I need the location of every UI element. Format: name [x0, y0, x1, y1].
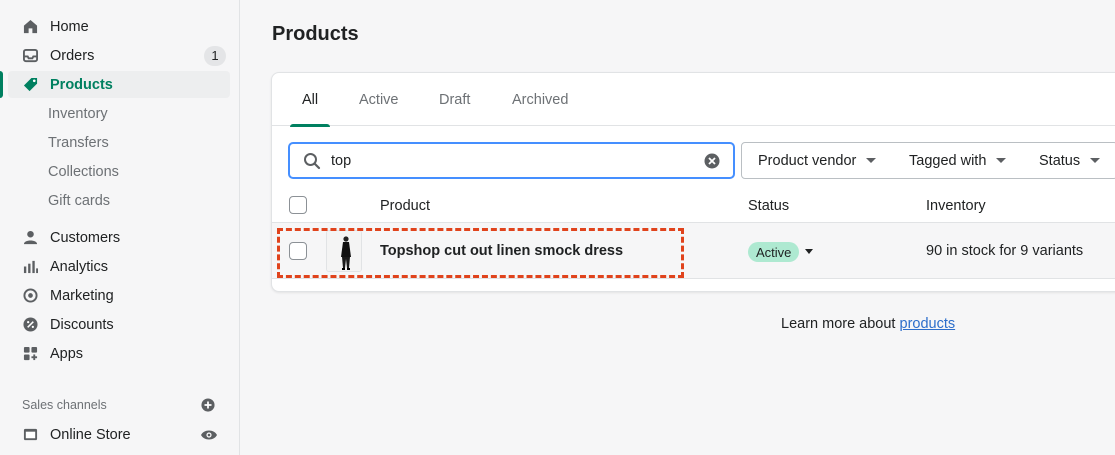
- products-help-link[interactable]: products: [900, 316, 956, 332]
- add-sales-channel-button[interactable]: [201, 398, 217, 414]
- sidebar-item-label: Home: [50, 18, 89, 35]
- search-input[interactable]: [331, 152, 691, 169]
- apps-icon: [22, 346, 38, 362]
- sidebar-item-label: Customers: [50, 229, 121, 246]
- tab-draft[interactable]: Draft: [439, 73, 470, 126]
- products-card: All Active Draft Archived Product vendor…: [271, 72, 1115, 292]
- caret-down-icon: [866, 158, 877, 163]
- caret-down-icon: [1090, 158, 1101, 163]
- filter-label: Product vendor: [758, 152, 857, 169]
- tag-icon: [22, 77, 38, 93]
- inventory-text: 90 in stock for 9 variants: [926, 243, 1084, 259]
- sidebar-subitem-gift-cards[interactable]: Gift cards: [48, 190, 110, 212]
- status-badge: Active: [748, 242, 800, 262]
- sidebar-item-marketing[interactable]: Marketing: [8, 282, 230, 309]
- sidebar-item-label: Analytics: [50, 258, 109, 275]
- product-vendor-filter[interactable]: Product vendor: [741, 142, 894, 179]
- sidebar-item-apps[interactable]: Apps: [8, 340, 230, 367]
- product-image: [327, 231, 361, 271]
- product-thumbnail[interactable]: [326, 230, 362, 272]
- tab-active[interactable]: Active: [359, 73, 399, 126]
- sales-channels-heading: Sales channels: [22, 398, 107, 412]
- sidebar-item-label: Orders: [50, 47, 95, 64]
- tab-archived[interactable]: Archived: [512, 73, 568, 126]
- sidebar-item-home[interactable]: Home: [8, 13, 230, 40]
- orders-count-badge: 1: [204, 45, 226, 66]
- sidebar-item-online-store[interactable]: Online Store: [8, 421, 230, 448]
- column-header-product: Product: [380, 198, 430, 214]
- product-name-link[interactable]: Topshop cut out linen smock dress: [380, 243, 623, 259]
- orders-icon: [22, 48, 38, 64]
- sidebar-item-customers[interactable]: Customers: [8, 224, 230, 251]
- sidebar-subitem-transfers[interactable]: Transfers: [48, 132, 109, 154]
- clear-search-icon[interactable]: [704, 153, 720, 169]
- table-row[interactable]: Topshop cut out linen smock dress Active…: [272, 223, 1115, 279]
- tabs-bar: All Active Draft Archived: [272, 73, 1115, 127]
- sidebar-item-label: Discounts: [50, 316, 114, 333]
- store-icon: [22, 427, 38, 443]
- home-icon: [22, 19, 38, 35]
- tab-all[interactable]: All: [289, 73, 331, 127]
- bar-chart-icon: [22, 259, 38, 275]
- sidebar-item-label: Apps: [50, 345, 84, 362]
- sidebar-item-discounts[interactable]: Discounts: [8, 311, 230, 338]
- eye-icon: [201, 430, 217, 440]
- filter-label: Tagged with: [909, 152, 987, 169]
- person-icon: [22, 230, 38, 246]
- sidebar: Home Orders 1 Products Inventory Transfe…: [0, 0, 240, 455]
- target-icon: [22, 288, 38, 304]
- row-checkbox[interactable]: [289, 242, 307, 260]
- table-header: Product Status Inventory: [272, 192, 1115, 223]
- search-icon: [304, 152, 321, 169]
- sidebar-item-label: Products: [50, 76, 113, 93]
- sidebar-item-orders[interactable]: Orders 1: [8, 42, 230, 69]
- column-header-status: Status: [748, 198, 790, 214]
- sidebar-subitem-collections[interactable]: Collections: [48, 161, 119, 183]
- caret-down-icon: [996, 158, 1007, 163]
- column-header-inventory: Inventory: [926, 198, 986, 214]
- sidebar-item-products[interactable]: Products: [0, 71, 230, 98]
- sidebar-item-label: Marketing: [50, 287, 114, 304]
- select-all-checkbox[interactable]: [289, 196, 307, 214]
- search-field[interactable]: [288, 142, 735, 179]
- filter-label: Status: [1039, 152, 1081, 169]
- status-dropdown-icon[interactable]: [805, 249, 813, 254]
- status-filter[interactable]: Status: [1023, 142, 1115, 179]
- discount-icon: [22, 317, 38, 333]
- tagged-with-filter[interactable]: Tagged with: [893, 142, 1024, 179]
- sidebar-subitem-inventory[interactable]: Inventory: [48, 103, 108, 125]
- sidebar-item-analytics[interactable]: Analytics: [8, 253, 230, 280]
- learn-more-text: Learn more about products: [781, 316, 955, 332]
- page-title: Products: [272, 23, 359, 45]
- learn-more-prefix: Learn more about: [781, 316, 900, 332]
- view-online-store-button[interactable]: [200, 428, 218, 442]
- plus-circle-icon: [201, 398, 215, 412]
